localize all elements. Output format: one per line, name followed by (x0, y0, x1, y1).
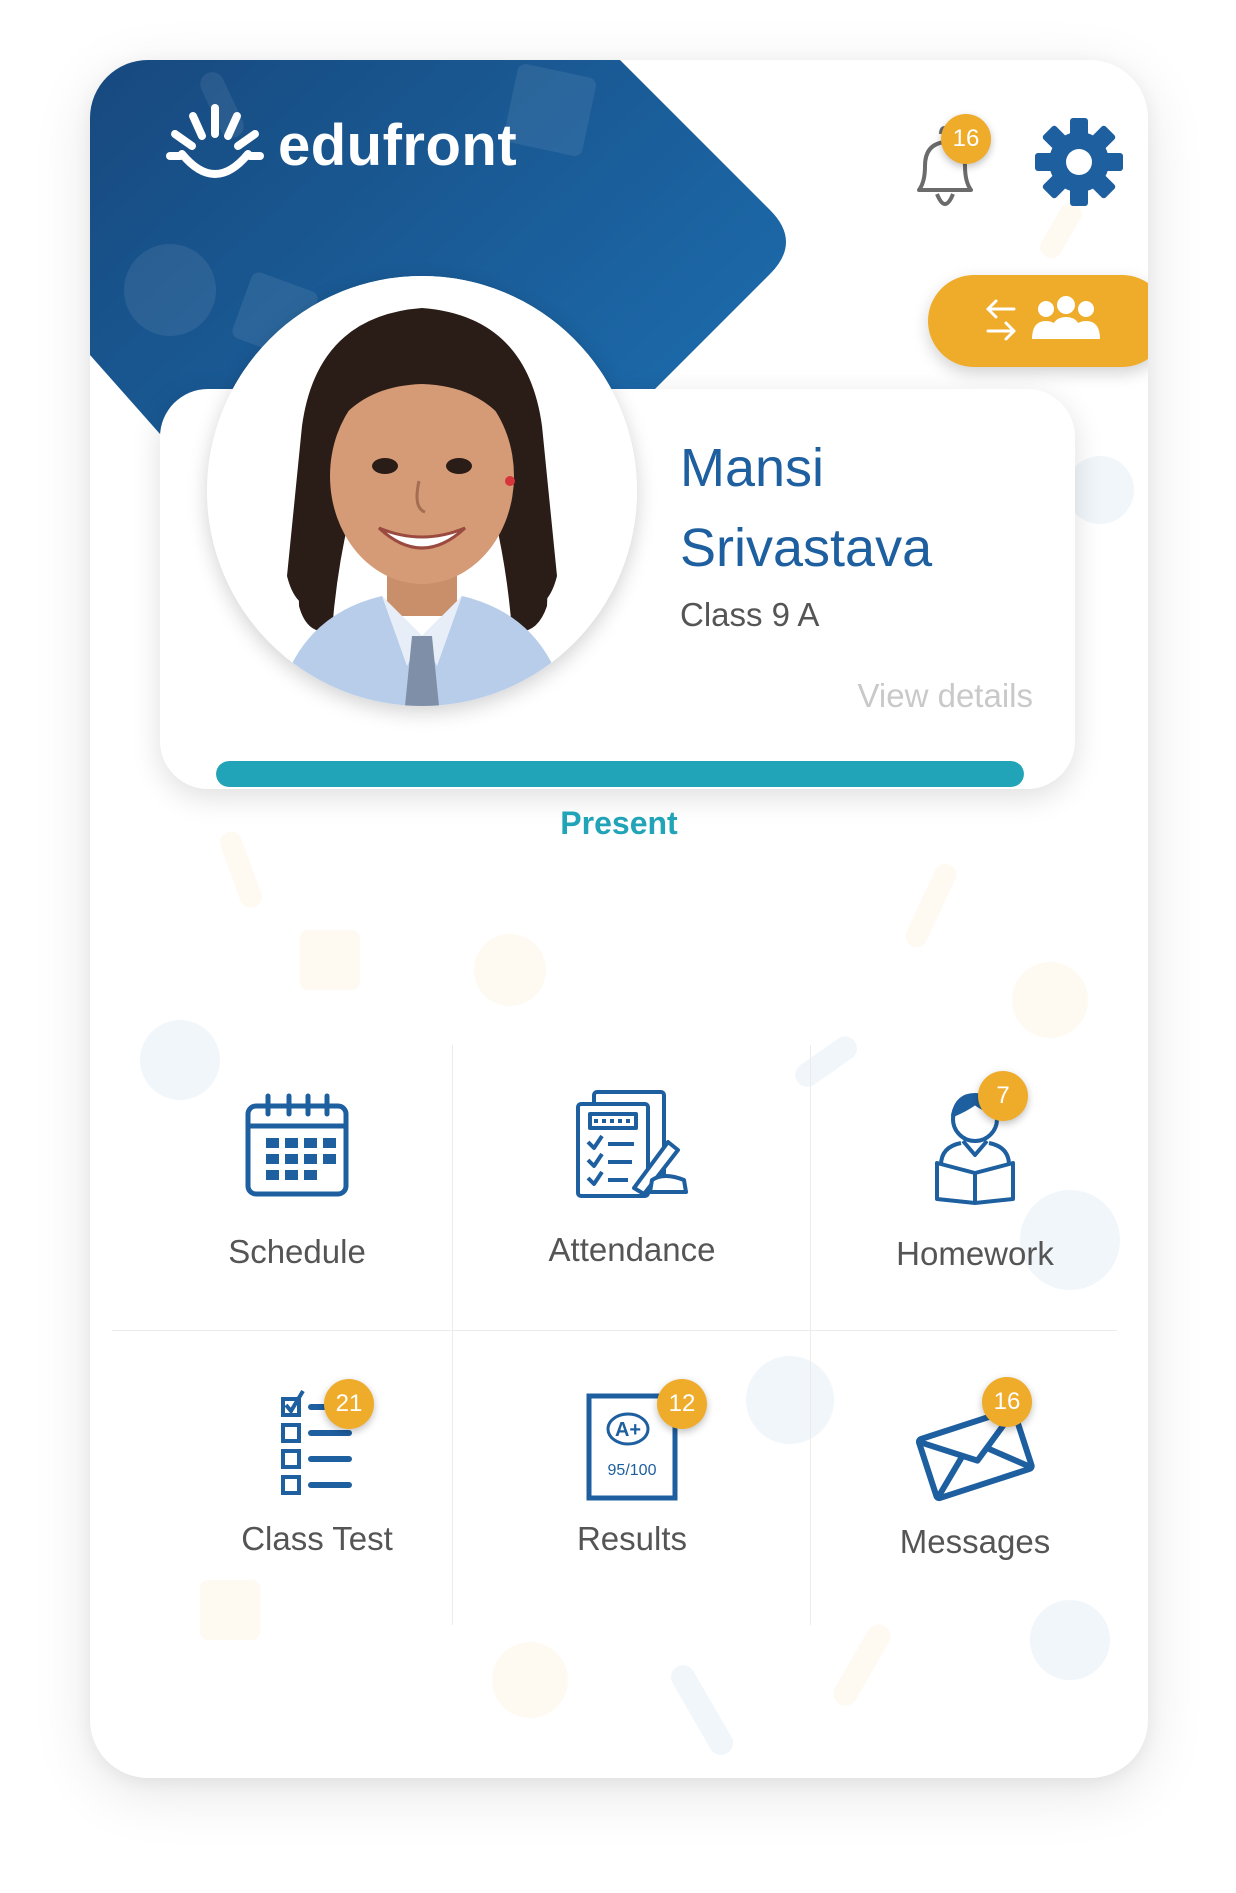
menu-tile-results[interactable]: A+ 95/100 12 Results (467, 1345, 797, 1625)
student-last-name: Srivastava (680, 518, 933, 578)
view-details-link[interactable]: View details (858, 677, 1034, 715)
notifications-badge: 16 (941, 114, 991, 164)
app-screen: edufront 16 Mansi Srivastava Class 9 A V… (90, 60, 1148, 1778)
homework-badge: 7 (978, 1071, 1028, 1121)
results-badge: 12 (657, 1379, 707, 1429)
attendance-status: Present (560, 805, 678, 841)
notifications-button[interactable]: 16 (895, 114, 991, 214)
class-test-badge: 21 (324, 1379, 374, 1429)
menu-tile-class-test[interactable]: 21 Class Test (152, 1345, 482, 1625)
feature-grid: Schedule Attendance 7 Homework 21 Class … (112, 1045, 1117, 1625)
switch-user-icon (986, 296, 1100, 341)
menu-tile-attendance[interactable]: Attendance (467, 1045, 797, 1325)
messages-badge: 16 (982, 1377, 1032, 1427)
menu-label: Results (576, 1520, 688, 1557)
student-name: Mansi Srivastava (680, 428, 1060, 588)
student-photo (207, 276, 637, 706)
student-first-name: Mansi (680, 438, 825, 498)
menu-tile-schedule[interactable]: Schedule (132, 1045, 462, 1325)
student-class: Class 9 A (680, 596, 820, 633)
menu-tile-homework[interactable]: 7 Homework (810, 1045, 1140, 1325)
menu-label: Attendance (548, 1231, 716, 1268)
switch-profile-button[interactable] (928, 275, 1148, 367)
grid-divider (112, 1330, 1117, 1331)
app-logo-text: edufront (278, 113, 518, 178)
gear-icon (1035, 118, 1123, 206)
attendance-sheet-icon (576, 1090, 688, 1198)
attendance-progress-fill (216, 761, 1024, 787)
menu-label: Schedule (228, 1233, 366, 1270)
menu-label: Messages (899, 1523, 1051, 1560)
edufront-logo-icon (166, 104, 264, 178)
settings-button[interactable] (1032, 115, 1126, 209)
menu-tile-messages[interactable]: 16 Messages (810, 1345, 1140, 1625)
results-icon-grade: A+ (615, 1419, 641, 1441)
menu-label: Homework (896, 1235, 1054, 1272)
menu-label: Class Test (241, 1520, 393, 1557)
calendar-icon (245, 1093, 349, 1197)
attendance-progress-bar (216, 761, 1024, 787)
student-avatar[interactable] (207, 276, 637, 706)
results-icon-score: 95/100 (608, 1462, 657, 1479)
